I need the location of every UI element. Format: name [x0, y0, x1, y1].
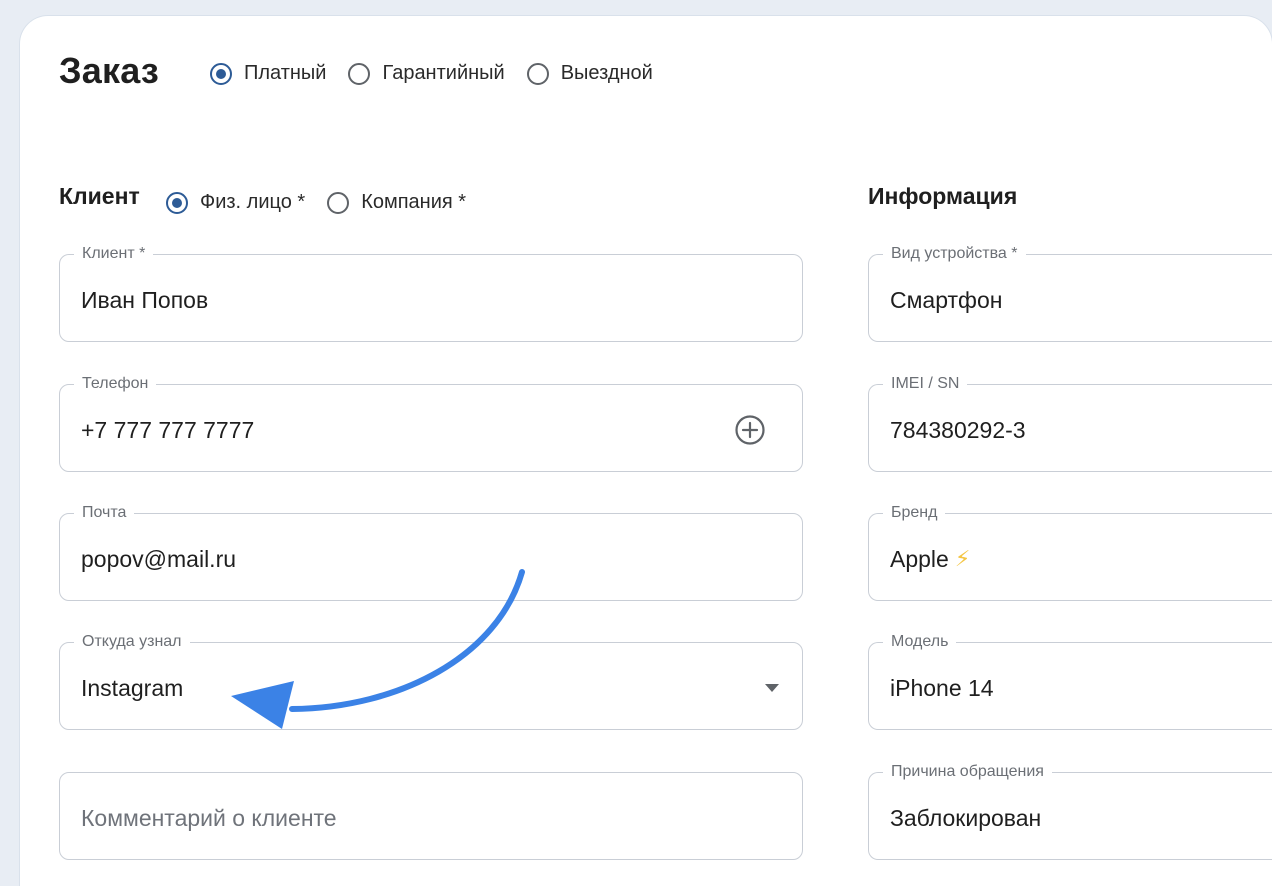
client-comment-field[interactable]: Комментарий о клиенте [59, 772, 803, 860]
reason-field[interactable]: Причина обращения Заблокирован [868, 763, 1272, 860]
imei-label: IMEI / SN [883, 375, 968, 393]
reason-label: Причина обращения [883, 763, 1052, 781]
imei-field[interactable]: IMEI / SN 784380292-3 [868, 375, 1272, 472]
imei-value: 784380292-3 [890, 417, 1026, 443]
radio-unchecked-icon[interactable] [327, 191, 350, 214]
client-name-field[interactable]: Клиент * Иван Попов [59, 245, 803, 342]
brand-value-wrap: Apple ⚡ [890, 545, 970, 573]
plus-circle-icon[interactable] [734, 414, 766, 446]
order-form-card: Заказ Платный Гарантийный Выездной Клиен… [20, 16, 1272, 886]
device-type-field[interactable]: Вид устройства * Смартфон [868, 245, 1272, 342]
info-section-title: Информация [868, 183, 1018, 209]
source-label: Откуда узнал [74, 633, 190, 651]
phone-field[interactable]: Телефон +7 777 777 7777 [59, 375, 803, 472]
brand-value: Apple [890, 546, 949, 572]
page-title: Заказ [59, 50, 159, 91]
source-value: Instagram [81, 675, 184, 701]
model-value: iPhone 14 [890, 675, 994, 701]
model-label: Модель [883, 633, 957, 651]
reason-value: Заблокирован [890, 805, 1042, 831]
order-type-warranty[interactable]: Гарантийный [348, 62, 505, 85]
caret-down-icon[interactable] [764, 683, 780, 693]
phone-label: Телефон [74, 375, 157, 393]
radio-unchecked-icon[interactable] [526, 62, 549, 85]
lightning-icon: ⚡ [954, 546, 971, 571]
order-type-onsite[interactable]: Выездной [526, 62, 653, 85]
phone-value: +7 777 777 7777 [81, 417, 255, 443]
email-label: Почта [74, 504, 135, 522]
client-type-individual[interactable]: Физ. лицо * [166, 191, 305, 214]
email-field[interactable]: Почта popov@mail.ru [59, 504, 803, 601]
order-type-radio-group: Платный Гарантийный Выездной [210, 62, 675, 85]
model-field[interactable]: Модель iPhone 14 [868, 633, 1272, 730]
brand-label: Бренд [883, 504, 946, 522]
client-section-title: Клиент [59, 183, 140, 209]
device-type-label: Вид устройства * [883, 245, 1026, 263]
order-type-paid[interactable]: Платный [210, 62, 326, 85]
brand-field[interactable]: Бренд Apple ⚡ [868, 504, 1272, 601]
device-type-value: Смартфон [890, 287, 1003, 313]
client-type-company[interactable]: Компания * [327, 191, 466, 214]
client-comment-placeholder: Комментарий о клиенте [81, 805, 337, 831]
radio-checked-icon[interactable] [166, 191, 188, 214]
radio-checked-icon[interactable] [210, 62, 232, 85]
client-name-value: Иван Попов [81, 287, 209, 313]
client-name-label: Клиент * [74, 245, 154, 263]
client-type-radio-group: Физ. лицо * Компания * [166, 191, 488, 214]
source-select[interactable]: Откуда узнал Instagram [59, 633, 803, 730]
radio-unchecked-icon[interactable] [348, 62, 371, 85]
email-value: popov@mail.ru [81, 546, 237, 572]
